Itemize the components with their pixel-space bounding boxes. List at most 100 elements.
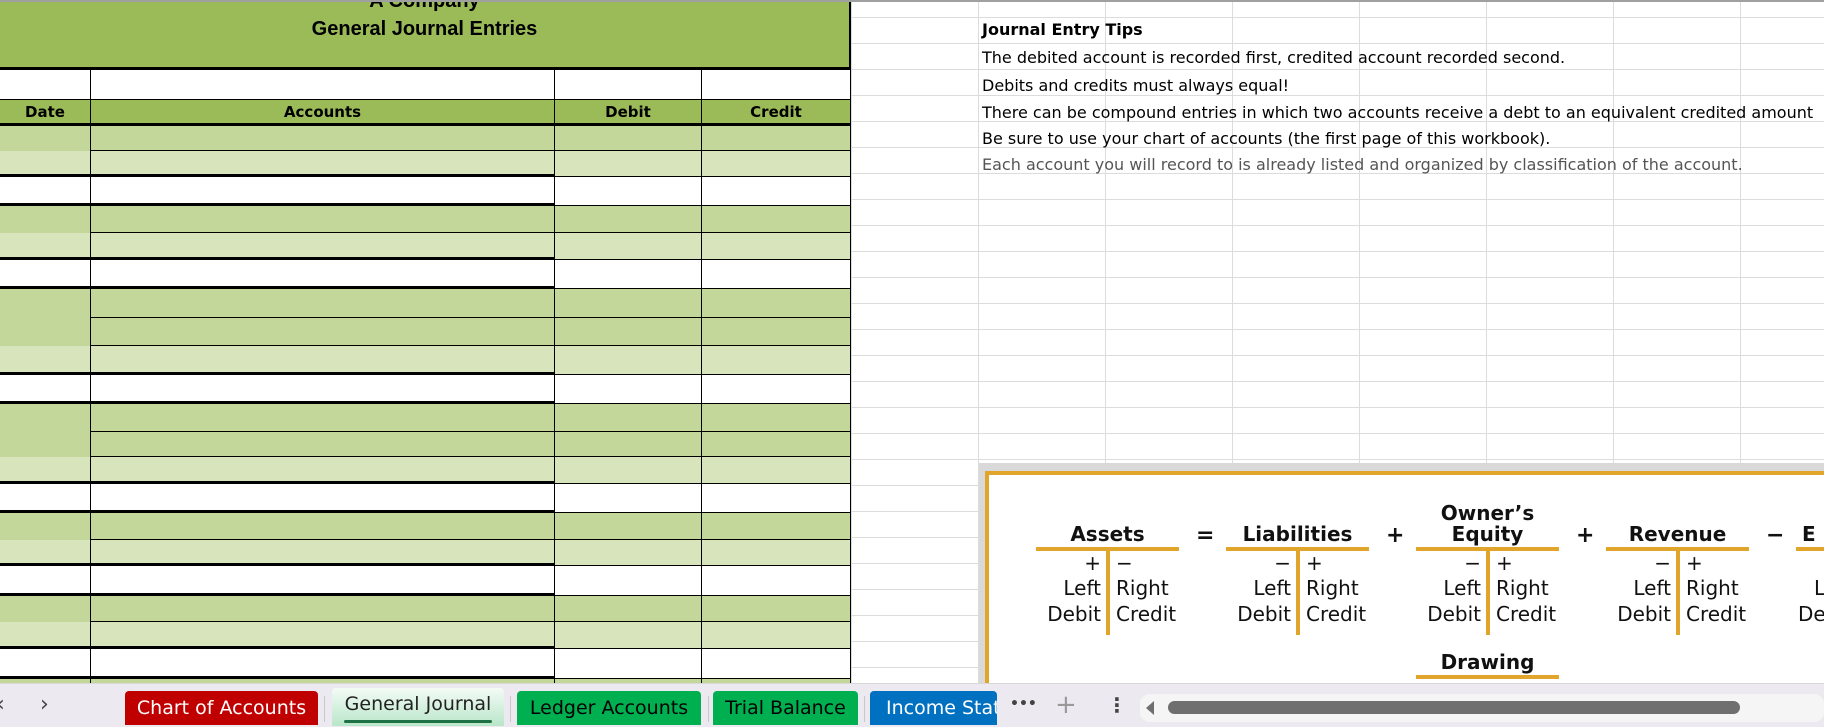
- debit-cell[interactable]: [555, 375, 702, 404]
- blank-cell[interactable]: [555, 70, 702, 100]
- account-cell[interactable]: [91, 346, 555, 375]
- date-cell[interactable]: [0, 649, 91, 679]
- account-cell[interactable]: [91, 206, 555, 233]
- debit-cell[interactable]: [555, 346, 702, 375]
- options-icon[interactable]: ⋮: [1107, 693, 1127, 717]
- credit-cell[interactable]: [702, 126, 851, 151]
- account-cell[interactable]: [91, 566, 555, 596]
- date-cell[interactable]: [0, 596, 91, 622]
- date-cell[interactable]: [0, 457, 91, 484]
- credit-cell[interactable]: [702, 233, 851, 260]
- account-cell[interactable]: [91, 484, 555, 513]
- date-cell[interactable]: [0, 513, 91, 540]
- date-cell[interactable]: [0, 566, 91, 596]
- date-cell[interactable]: [0, 375, 91, 404]
- date-cell[interactable]: [0, 404, 91, 432]
- credit-cell[interactable]: [702, 622, 851, 649]
- credit-cell[interactable]: [702, 484, 851, 513]
- credit-cell[interactable]: [702, 566, 851, 596]
- tip-line: Each account you will record to is alrea…: [982, 155, 1743, 174]
- debit-cell[interactable]: [555, 151, 702, 177]
- credit-cell[interactable]: [702, 151, 851, 177]
- account-cell[interactable]: [91, 151, 555, 177]
- date-cell[interactable]: [0, 289, 91, 318]
- date-cell[interactable]: [0, 126, 91, 151]
- more-sheets-icon[interactable]: •••: [1010, 696, 1037, 712]
- date-cell[interactable]: [0, 206, 91, 233]
- account-cell[interactable]: [91, 540, 555, 566]
- account-cell[interactable]: [91, 649, 555, 679]
- date-cell[interactable]: [0, 622, 91, 649]
- credit-cell[interactable]: [702, 404, 851, 432]
- credit-cell[interactable]: [702, 596, 851, 622]
- date-cell[interactable]: [0, 177, 91, 206]
- credit-cell[interactable]: [702, 346, 851, 375]
- next-sheet-button[interactable]: ›: [40, 692, 49, 717]
- credit-cell[interactable]: [702, 457, 851, 484]
- debit-cell[interactable]: [555, 457, 702, 484]
- credit-cell[interactable]: [702, 432, 851, 457]
- debit-cell[interactable]: [555, 596, 702, 622]
- debit-cell[interactable]: [555, 566, 702, 596]
- account-cell[interactable]: [91, 375, 555, 404]
- debit-cell[interactable]: [555, 484, 702, 513]
- account-cell[interactable]: [91, 596, 555, 622]
- blank-cell[interactable]: [702, 70, 851, 100]
- blank-cell[interactable]: [91, 70, 555, 100]
- account-cell[interactable]: [91, 289, 555, 318]
- date-cell[interactable]: [0, 260, 91, 289]
- tab-income-statement[interactable]: Income Stat: [870, 691, 997, 725]
- credit-cell[interactable]: [702, 177, 851, 206]
- tab-general-journal[interactable]: General Journal: [332, 688, 504, 726]
- account-cell[interactable]: [91, 233, 555, 260]
- credit-cell[interactable]: [702, 375, 851, 404]
- credit-cell[interactable]: [702, 206, 851, 233]
- account-cell[interactable]: [91, 513, 555, 540]
- title-band[interactable]: A Company General Journal Entries: [0, 0, 851, 70]
- account-cell[interactable]: [91, 126, 555, 151]
- debit-cell[interactable]: [555, 513, 702, 540]
- debit-cell[interactable]: [555, 432, 702, 457]
- blank-cell[interactable]: [0, 70, 91, 100]
- debit-cell[interactable]: [555, 649, 702, 679]
- debit-cell[interactable]: [555, 206, 702, 233]
- debit-cell[interactable]: [555, 540, 702, 566]
- account-cell[interactable]: [91, 622, 555, 649]
- account-cell[interactable]: [91, 260, 555, 289]
- debit-cell[interactable]: [555, 404, 702, 432]
- tab-trial-balance[interactable]: Trial Balance: [713, 691, 858, 725]
- account-cell[interactable]: [91, 432, 555, 457]
- debit-cell[interactable]: [555, 318, 702, 346]
- debit-cell[interactable]: [555, 622, 702, 649]
- credit-cell[interactable]: [702, 649, 851, 679]
- account-cell[interactable]: [91, 318, 555, 346]
- date-cell[interactable]: [0, 540, 91, 566]
- credit-cell[interactable]: [702, 260, 851, 289]
- debit-cell[interactable]: [555, 233, 702, 260]
- date-cell[interactable]: [0, 318, 91, 346]
- date-cell[interactable]: [0, 432, 91, 457]
- debit-cell[interactable]: [555, 126, 702, 151]
- debit-cell[interactable]: [555, 260, 702, 289]
- account-cell[interactable]: [91, 404, 555, 432]
- date-cell[interactable]: [0, 151, 91, 177]
- date-cell[interactable]: [0, 233, 91, 260]
- scroll-left-arrow-icon[interactable]: [1146, 701, 1154, 715]
- tab-ledger-accounts[interactable]: Ledger Accounts: [517, 691, 701, 725]
- account-cell[interactable]: [91, 177, 555, 206]
- scrollbar-thumb[interactable]: [1168, 701, 1740, 714]
- date-cell[interactable]: [0, 484, 91, 513]
- date-cell[interactable]: [0, 346, 91, 375]
- credit-cell[interactable]: [702, 289, 851, 318]
- credit-cell[interactable]: [702, 513, 851, 540]
- prev-sheet-button[interactable]: ‹: [0, 692, 5, 717]
- account-cell[interactable]: [91, 457, 555, 484]
- credit-cell[interactable]: [702, 318, 851, 346]
- accounting-equation-diagram[interactable]: Assets + − Left Right Debit Credit = Lia…: [979, 463, 1824, 683]
- add-sheet-button[interactable]: +: [1055, 690, 1077, 720]
- debit-cell[interactable]: [555, 289, 702, 318]
- tab-chart-of-accounts[interactable]: Chart of Accounts: [125, 691, 318, 725]
- credit-cell[interactable]: [702, 540, 851, 566]
- horizontal-scrollbar[interactable]: [1140, 694, 1824, 722]
- debit-cell[interactable]: [555, 177, 702, 206]
